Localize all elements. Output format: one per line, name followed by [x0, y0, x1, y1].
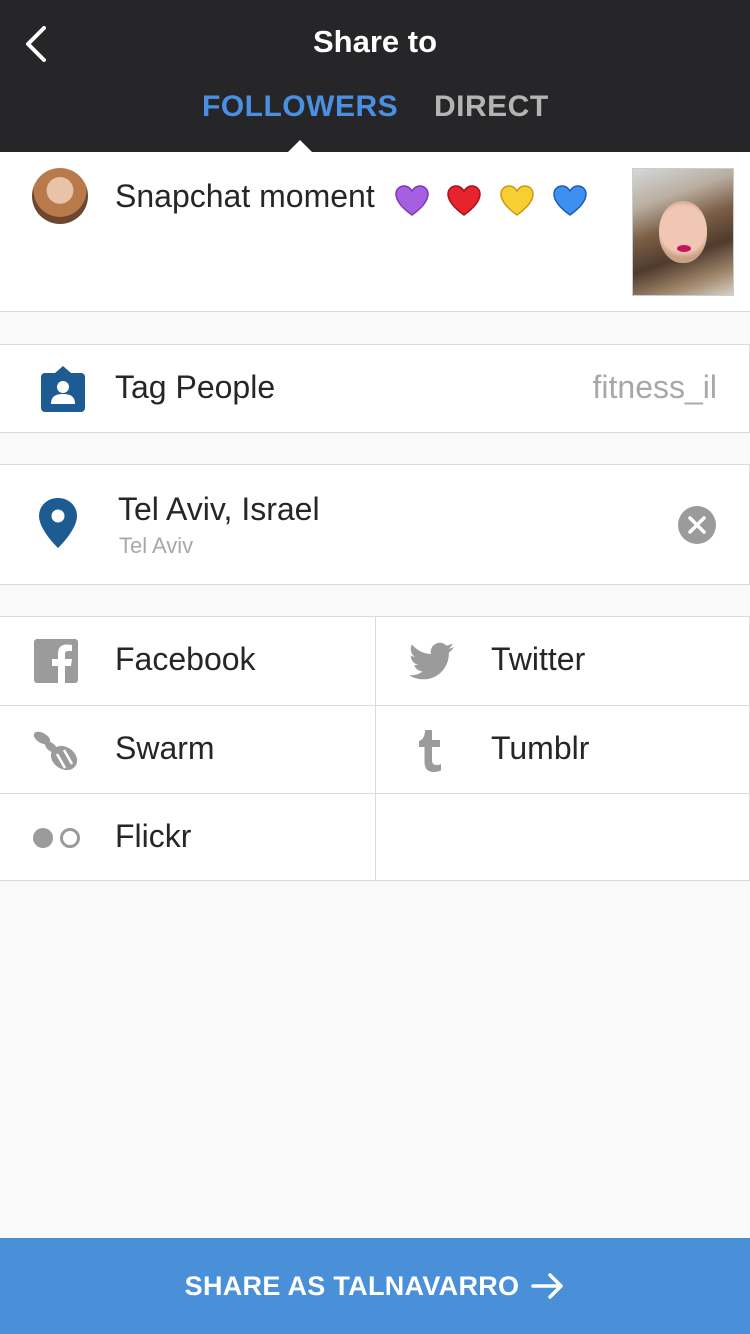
share-twitter[interactable]: Twitter	[375, 617, 750, 705]
share-tumblr[interactable]: Tumblr	[375, 705, 750, 793]
flickr-icon	[33, 828, 80, 848]
arrow-right-icon	[531, 1273, 564, 1299]
location-pin-icon	[39, 498, 77, 548]
caption-emojis	[394, 180, 597, 217]
share-flickr-label: Flickr	[115, 818, 192, 854]
location-subtitle: Tel Aviv	[119, 533, 194, 558]
tag-people-icon	[41, 366, 85, 412]
tumblr-icon	[419, 730, 441, 772]
location-name: Tel Aviv, Israel	[118, 491, 320, 527]
twitter-icon	[409, 642, 454, 680]
active-tab-indicator	[288, 140, 312, 152]
share-facebook[interactable]: Facebook	[0, 617, 375, 705]
blue-heart-icon	[553, 184, 588, 216]
tab-followers[interactable]: FOLLOWERS	[202, 90, 398, 124]
swarm-icon	[33, 731, 78, 771]
share-swarm-label: Swarm	[115, 730, 215, 766]
tag-people-row[interactable]: Tag People fitness_il	[0, 344, 750, 433]
share-button-label: SHARE AS TALNAVARRO	[184, 1270, 520, 1301]
yellow-heart-icon	[500, 184, 535, 216]
purple-heart-icon	[394, 184, 429, 216]
avatar	[32, 168, 88, 224]
facebook-icon	[34, 639, 78, 683]
location-row[interactable]: Tel Aviv, Israel Tel Aviv	[0, 464, 750, 585]
tag-people-label: Tag People	[115, 369, 276, 405]
caption-field[interactable]: Snapchat moment	[115, 178, 596, 217]
post-thumbnail[interactable]	[632, 168, 734, 296]
share-button[interactable]: SHARE AS TALNAVARRO	[0, 1238, 750, 1334]
share-flickr[interactable]: Flickr	[0, 793, 375, 881]
tab-direct[interactable]: DIRECT	[434, 90, 549, 124]
share-facebook-label: Facebook	[115, 641, 256, 677]
red-heart-icon	[447, 184, 482, 216]
caption-section: Snapchat moment	[0, 152, 750, 312]
share-tumblr-label: Tumblr	[491, 730, 590, 766]
thumbnail-face	[659, 201, 707, 263]
share-swarm[interactable]: Swarm	[0, 705, 375, 793]
share-targets-grid: Facebook Twitter Swarm Tumblr Flickr	[0, 616, 750, 881]
caption-text: Snapchat moment	[115, 178, 375, 214]
empty-cell	[375, 793, 750, 881]
tagged-username: fitness_il	[592, 369, 718, 405]
header-bar: Share to FOLLOWERS DIRECT	[0, 0, 750, 152]
clear-location-icon[interactable]	[677, 505, 717, 545]
thumbnail-lips	[677, 245, 691, 252]
share-twitter-label: Twitter	[491, 641, 586, 677]
page-title: Share to	[312, 24, 438, 59]
